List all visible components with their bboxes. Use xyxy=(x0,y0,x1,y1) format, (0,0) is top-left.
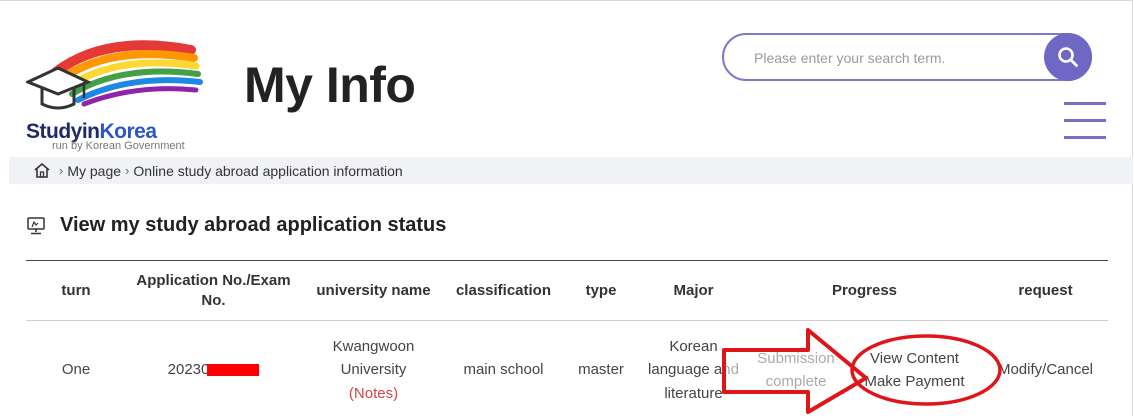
column-header-application-no: Application No./Exam No. xyxy=(126,261,301,321)
university-name-line: University xyxy=(305,358,442,381)
logo-graphic-icon xyxy=(26,32,216,122)
breadcrumb-home-link[interactable] xyxy=(33,162,51,179)
page-title: My Info xyxy=(244,60,415,110)
section-title: View my study abroad application status xyxy=(60,214,446,237)
chevron-right-icon: › xyxy=(59,163,63,178)
university-name-line: Kwangwoon xyxy=(305,335,442,358)
status-line: complete xyxy=(750,370,842,393)
column-header-progress: Progress xyxy=(746,261,983,321)
table-row: One 20230 Kwangwoon University (Notes) m… xyxy=(26,321,1108,419)
cell-progress-actions: View Content Make Payment xyxy=(846,321,983,419)
major-line: literature xyxy=(645,382,742,405)
hamburger-menu-icon[interactable] xyxy=(1064,102,1106,140)
cell-turn: One xyxy=(26,321,126,419)
hamburger-line xyxy=(1064,136,1106,139)
column-header-request: request xyxy=(983,261,1108,321)
cell-application-no: 20230 xyxy=(126,321,301,419)
search-box xyxy=(722,33,1092,81)
view-content-link[interactable]: View Content xyxy=(870,350,959,367)
column-header-type: type xyxy=(561,261,641,321)
monitor-icon xyxy=(26,216,46,236)
search-icon xyxy=(1057,46,1079,68)
cell-type: master xyxy=(561,321,641,419)
breadcrumb-item-my-page[interactable]: My page xyxy=(67,163,121,179)
redaction-mark xyxy=(207,364,259,376)
chevron-right-icon: › xyxy=(125,163,129,178)
column-header-classification: classification xyxy=(446,261,561,321)
search-button[interactable] xyxy=(1044,33,1092,81)
logo-subtitle: run by Korean Government xyxy=(52,140,185,152)
search-input[interactable] xyxy=(752,43,1026,73)
cell-classification: main school xyxy=(446,321,561,419)
application-number: 20230 xyxy=(168,361,210,378)
hamburger-line xyxy=(1064,119,1106,122)
cell-university-name: Kwangwoon University (Notes) xyxy=(301,321,446,419)
status-line: Submission xyxy=(750,347,842,370)
major-line: Korean xyxy=(645,335,742,358)
make-payment-link[interactable]: Make Payment xyxy=(864,373,964,390)
cell-major: Korean language and literature xyxy=(641,321,746,419)
modify-cancel-link[interactable]: Modify/Cancel xyxy=(998,361,1093,378)
home-icon xyxy=(33,162,51,179)
notes-link[interactable]: (Notes) xyxy=(305,382,442,405)
table-header-row: turn Application No./Exam No. university… xyxy=(26,261,1108,321)
breadcrumb-item-current: Online study abroad application informat… xyxy=(133,163,402,179)
breadcrumb: › My page › Online study abroad applicat… xyxy=(9,157,1133,184)
studyinkorea-logo[interactable]: StudyinKorea run by Korean Government xyxy=(26,32,216,154)
cell-progress-status: Submission complete xyxy=(746,321,846,419)
section-heading: View my study abroad application status xyxy=(26,214,446,237)
application-status-table: turn Application No./Exam No. university… xyxy=(26,260,1108,419)
column-header-major: Major xyxy=(641,261,746,321)
major-line: language and xyxy=(645,358,742,381)
column-header-turn: turn xyxy=(26,261,126,321)
column-header-university-name: university name xyxy=(301,261,446,321)
hamburger-line xyxy=(1064,102,1106,105)
cell-request: Modify/Cancel xyxy=(983,321,1108,419)
